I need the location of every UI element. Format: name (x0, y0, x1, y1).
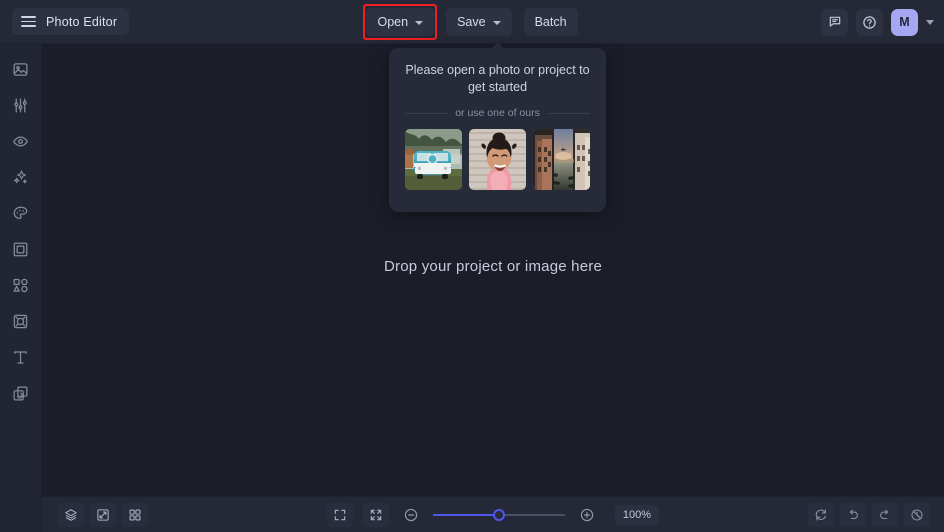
avatar[interactable]: M (891, 8, 918, 36)
undo-button[interactable] (840, 502, 866, 527)
slider-thumb[interactable] (492, 508, 505, 521)
help-button[interactable] (856, 8, 883, 36)
slider-fill (432, 513, 499, 516)
layers-copy-icon (13, 386, 28, 401)
fit-to-screen-icon (370, 509, 382, 520)
plus-circle-icon (580, 508, 594, 521)
popup-divider-label: or use one of ours (455, 107, 540, 119)
app-title: Photo Editor (46, 14, 118, 29)
text-icon (14, 351, 27, 364)
history-icon (911, 508, 923, 521)
history-button[interactable] (904, 502, 930, 527)
minus-circle-icon (404, 508, 418, 521)
sample-thumbnail-vw-bus[interactable] (405, 129, 462, 190)
sidebar-item-frame[interactable] (7, 238, 35, 261)
account-chevron-down-icon[interactable] (926, 19, 934, 25)
batch-button[interactable]: Batch (523, 8, 578, 36)
chat-bubble-icon (829, 16, 840, 27)
shapes-icon (13, 278, 28, 293)
app-header: Photo Editor Open Save Batch M (0, 0, 944, 44)
popup-title: Please open a photo or project to get st… (405, 63, 590, 94)
open-button-label: Open (377, 15, 409, 29)
sample-thumbnail-canal[interactable] (533, 129, 590, 190)
sidebar-item-color[interactable] (7, 202, 35, 225)
vw-bus-photo (405, 129, 462, 190)
sidebar-item-adjust[interactable] (7, 94, 35, 117)
zoom-in-button[interactable] (575, 503, 599, 527)
grid-icon (129, 508, 141, 521)
divider-line-left (405, 112, 448, 114)
palette-icon (13, 206, 28, 220)
header-right-controls: M (821, 0, 934, 44)
divider-line-right (547, 112, 591, 114)
zoom-level-label[interactable]: 100% (614, 504, 660, 525)
sparkles-icon (13, 170, 27, 184)
brand-menu-button[interactable]: Photo Editor (12, 8, 130, 35)
open-photo-popup: Please open a photo or project to get st… (389, 42, 606, 212)
tool-sidebar (0, 44, 42, 532)
bottom-toolbar: 100% (42, 496, 944, 532)
chevron-down-icon (415, 20, 424, 25)
frame-icon (13, 242, 28, 257)
sidebar-item-elements[interactable] (7, 274, 35, 297)
venice-canal-photo (533, 129, 590, 190)
save-button-label: Save (457, 15, 486, 29)
sidebar-item-ai-tools[interactable] (7, 166, 35, 189)
chevron-down-icon (492, 20, 501, 25)
bottom-right-controls (808, 502, 930, 527)
avatar-initial: M (899, 15, 910, 29)
feedback-button[interactable] (821, 8, 848, 36)
photo-editor-app: Photo Editor Open Save Batch M Drop your… (0, 0, 944, 532)
zoom-slider[interactable] (432, 507, 565, 523)
redo-icon (880, 509, 889, 519)
layers-button[interactable] (58, 502, 84, 527)
fullscreen-button[interactable] (326, 502, 353, 527)
sidebar-item-effects[interactable] (7, 130, 35, 153)
fit-to-screen-button[interactable] (362, 502, 389, 527)
redo-button[interactable] (872, 502, 898, 527)
eye-icon (13, 136, 28, 147)
hamburger-icon[interactable] (21, 16, 36, 27)
bottom-left-controls (58, 502, 148, 527)
open-button[interactable]: Open (366, 8, 435, 36)
reset-icon (815, 508, 826, 521)
sidebar-item-image[interactable] (7, 58, 35, 81)
adjust-sliders-icon (14, 98, 27, 113)
compare-icon (97, 508, 109, 521)
portrait-photo (469, 129, 526, 190)
undo-icon (849, 509, 858, 519)
popup-divider: or use one of ours (405, 107, 591, 119)
sidebar-item-text[interactable] (7, 346, 35, 369)
sample-thumbnail-portrait[interactable] (469, 129, 526, 190)
layers-icon (65, 508, 77, 521)
question-circle-icon (863, 15, 876, 29)
grid-button[interactable] (122, 502, 148, 527)
sidebar-item-transform[interactable] (7, 310, 35, 333)
zoom-out-button[interactable] (399, 503, 423, 527)
compare-button[interactable] (90, 502, 116, 527)
crop-rotate-icon (13, 314, 28, 329)
header-toolbar: Open Save Batch (0, 0, 944, 44)
image-icon (13, 63, 28, 76)
batch-button-label: Batch (534, 15, 567, 29)
open-button-highlight: Open (363, 4, 437, 40)
reset-button[interactable] (808, 502, 834, 527)
save-button[interactable]: Save (446, 8, 512, 36)
sidebar-item-overlays[interactable] (7, 382, 35, 405)
fullscreen-icon (334, 509, 346, 520)
sample-thumbnails (405, 129, 590, 190)
drop-hint-text: Drop your project or image here (384, 258, 602, 275)
